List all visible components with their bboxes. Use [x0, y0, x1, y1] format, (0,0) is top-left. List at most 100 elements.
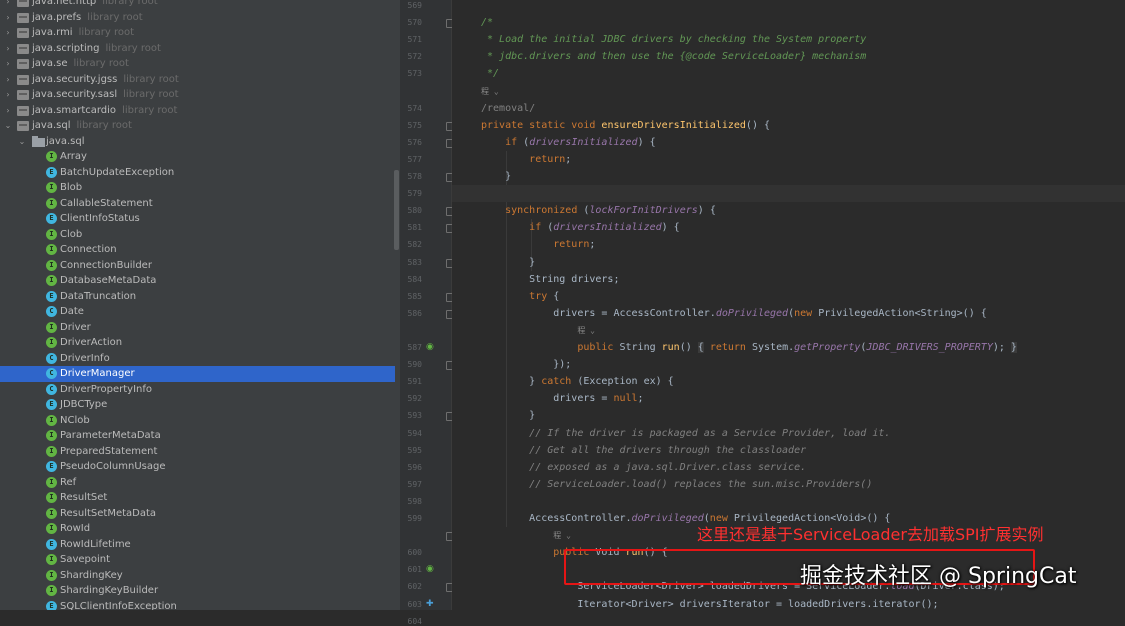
tree-item[interactable]: I ConnectionBuilder [0, 258, 395, 274]
code-line[interactable]: Iterator<Driver> driversIterator = loade… [481, 596, 938, 611]
code-line[interactable]: try { [481, 288, 559, 305]
code-line[interactable]: drivers = null; [481, 390, 643, 407]
tree-item[interactable]: I ResultSet [0, 490, 395, 506]
tree-item[interactable]: › java.rmi library root [0, 25, 395, 41]
code-editor[interactable]: /* * Load the initial JDBC drivers by ch… [452, 0, 1125, 610]
chevron-right-icon[interactable]: › [3, 41, 13, 57]
tree-scrollbar[interactable] [394, 170, 399, 250]
tree-item[interactable]: I Blob [0, 180, 395, 196]
code-line[interactable]: return; [481, 236, 595, 253]
code-line[interactable]: private static void ensureDriversInitial… [481, 117, 770, 134]
code-line[interactable]: * Load the initial JDBC drivers by check… [481, 31, 866, 48]
code-line[interactable]: // Get all the drivers through the class… [481, 442, 806, 459]
tree-item[interactable]: I ResultSetMetaData [0, 506, 395, 522]
tree-item-label: ShardingKeyBuilder [60, 585, 159, 596]
tree-item[interactable]: E PseudoColumnUsage [0, 459, 395, 475]
code-line[interactable]: } [481, 407, 535, 424]
tree-item[interactable]: I ShardingKey [0, 568, 395, 584]
tree-item[interactable]: E BatchUpdateException [0, 165, 395, 181]
tree-item[interactable]: C DriverPropertyInfo [0, 382, 395, 398]
code-line[interactable]: */ [481, 65, 499, 82]
tree-item[interactable]: › java.security.jgss library root [0, 72, 395, 88]
tree-item[interactable]: I CallableStatement [0, 196, 395, 212]
tree-item[interactable]: I RowId [0, 521, 395, 537]
code-line[interactable]: } [481, 254, 535, 271]
code-line[interactable]: if (driversInitialized) { [481, 134, 656, 151]
tree-item[interactable]: I DriverAction [0, 335, 395, 351]
code-line[interactable]: if (driversInitialized) { [481, 219, 680, 236]
code-line[interactable]: * jdbc.drivers and then use the {@code S… [481, 48, 866, 65]
chevron-right-icon[interactable]: › [3, 72, 13, 88]
code-token: return [529, 153, 566, 165]
tree-item[interactable]: I ParameterMetaData [0, 428, 395, 444]
code-line[interactable]: /* [481, 14, 493, 31]
tree-item[interactable]: I PreparedStatement [0, 444, 395, 460]
tree-item[interactable]: C DriverManager [0, 366, 395, 382]
tree-item[interactable]: › java.scripting library root [0, 41, 395, 57]
line-number: 579 [407, 189, 422, 199]
tree-item[interactable]: › java.se library root [0, 56, 395, 72]
line-number: 582 [407, 240, 422, 250]
chevron-right-icon[interactable]: › [3, 87, 13, 103]
code-token: String [619, 342, 662, 353]
tree-item[interactable]: ⌄ java.sql library root [0, 118, 395, 134]
code-line[interactable]: }); [481, 356, 571, 373]
tree-item[interactable]: E SQLClientInfoException [0, 599, 395, 610]
code-line[interactable]: } [481, 168, 511, 185]
tree-item[interactable]: I Array [0, 149, 395, 165]
tree-item[interactable]: I DatabaseMetaData [0, 273, 395, 289]
chevron-right-icon[interactable]: › [3, 0, 13, 10]
tree-item[interactable]: I Connection [0, 242, 395, 258]
tree-item[interactable]: I Driver [0, 320, 395, 336]
tree-item[interactable]: › java.security.sasl library root [0, 87, 395, 103]
line-number: 586 [407, 308, 422, 318]
override-icon[interactable]: ◉ [426, 564, 434, 574]
code-line[interactable]: 程 ⌄ [481, 322, 595, 339]
code-line[interactable]: 程 ⌄ [481, 527, 571, 544]
line-number: 601 [407, 565, 422, 575]
tree-item[interactable]: I Ref [0, 475, 395, 491]
code-token: doPrivileged [631, 513, 704, 524]
code-line[interactable]: String drivers; [481, 271, 619, 288]
line-number: 591 [407, 377, 422, 387]
line-number: 597 [407, 479, 422, 489]
chevron-right-icon[interactable]: › [3, 103, 13, 119]
code-line[interactable]: 程 ⌄ [481, 83, 499, 100]
override-icon[interactable]: ◉ [426, 342, 434, 352]
tree-item[interactable]: › java.smartcardio library root [0, 103, 395, 119]
tree-item[interactable]: ⌄ java.sql [0, 134, 395, 150]
tree-item[interactable]: I Clob [0, 227, 395, 243]
tree-item[interactable]: C DriverInfo [0, 351, 395, 367]
chevron-right-icon[interactable]: › [3, 10, 13, 26]
code-line[interactable]: // ServiceLoader.load() replaces the sun… [481, 476, 872, 493]
code-line[interactable]: // If the driver is packaged as a Servic… [481, 425, 890, 442]
code-line[interactable]: public String run() { return System.getP… [481, 339, 1017, 356]
chevron-right-icon[interactable]: › [3, 56, 13, 72]
tree-item[interactable]: I Savepoint [0, 552, 395, 568]
chevron-down-icon[interactable]: ⌄ [17, 134, 27, 150]
chevron-right-icon[interactable]: › [3, 25, 13, 41]
tree-item[interactable]: E DataTruncation [0, 289, 395, 305]
tree-item[interactable]: E JDBCType [0, 397, 395, 413]
code-line[interactable]: // exposed as a java.sql.Driver.class se… [481, 459, 806, 476]
tree-item[interactable]: I ShardingKeyBuilder [0, 583, 395, 599]
code-line[interactable]: synchronized (lockForInitDrivers) { [481, 202, 716, 219]
tree-item[interactable]: › java.prefs library root [0, 10, 395, 26]
chevron-down-icon[interactable]: ⌄ [3, 118, 13, 134]
tree-item[interactable]: E ClientInfoStatus [0, 211, 395, 227]
tree-item[interactable]: I NClob [0, 413, 395, 429]
code-token: * jdbc.drivers and then use the {@code S… [481, 51, 867, 63]
line-number: 603 [407, 599, 422, 609]
code-line[interactable]: /removal/ [481, 100, 535, 117]
bookmark-icon[interactable]: ✚ [426, 599, 434, 609]
tree-item[interactable]: › java.net.http library root [0, 0, 395, 10]
code-line[interactable]: return; [481, 151, 571, 168]
code-line[interactable]: } catch (Exception ex) { [481, 373, 674, 390]
line-number: 599 [407, 514, 422, 523]
tree-item[interactable]: C Date [0, 304, 395, 320]
tree-item[interactable]: E RowIdLifetime [0, 537, 395, 553]
code-line[interactable]: drivers = AccessController.doPrivileged(… [481, 305, 987, 322]
